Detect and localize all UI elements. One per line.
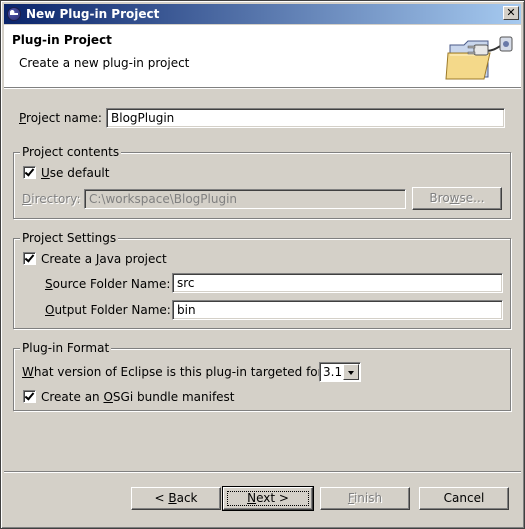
finish-button[interactable]: Finish bbox=[320, 487, 410, 510]
project-name-label: Project name: bbox=[19, 111, 102, 125]
eclipse-version-select[interactable]: 3.1 bbox=[319, 362, 361, 382]
new-plugin-project-dialog: New Plug-in Project ✕ Plug-in Project Cr… bbox=[0, 0, 525, 529]
next-button[interactable]: Next > bbox=[222, 486, 314, 511]
chevron-down-icon[interactable] bbox=[343, 364, 359, 380]
title-bar[interactable]: New Plug-in Project ✕ bbox=[4, 4, 521, 24]
window-title: New Plug-in Project bbox=[26, 7, 160, 21]
directory-input[interactable] bbox=[84, 189, 406, 209]
use-default-checkbox[interactable] bbox=[23, 166, 36, 179]
banner-divider bbox=[4, 88, 521, 89]
use-default-label[interactable]: Use default bbox=[41, 166, 109, 180]
project-contents-legend: Project contents bbox=[20, 145, 122, 159]
project-settings-legend: Project Settings bbox=[20, 231, 119, 245]
button-bar-separator bbox=[4, 471, 521, 472]
cancel-button[interactable]: Cancel bbox=[419, 487, 509, 510]
create-java-project-label[interactable]: Create a Java project bbox=[41, 252, 167, 266]
focus-ring bbox=[227, 491, 309, 506]
eclipse-icon bbox=[7, 7, 21, 21]
wizard-banner: Plug-in Project Create a new plug-in pro… bbox=[4, 25, 521, 88]
project-name-input[interactable] bbox=[106, 108, 505, 128]
source-folder-label: Source Folder Name: bbox=[45, 277, 171, 291]
eclipse-version-value: 3.1 bbox=[323, 365, 343, 379]
eclipse-version-label: What version of Eclipse is this plug-in … bbox=[22, 365, 329, 379]
browse-button[interactable]: Browse... bbox=[412, 187, 502, 210]
plugin-format-legend: Plug-in Format bbox=[20, 341, 112, 355]
output-folder-label: Output Folder Name: bbox=[45, 303, 171, 317]
page-description: Create a new plug-in project bbox=[19, 56, 190, 70]
create-java-project-checkbox[interactable] bbox=[23, 252, 36, 265]
back-button[interactable]: < Back bbox=[131, 487, 221, 510]
directory-label: Directory: bbox=[22, 192, 81, 206]
source-folder-input[interactable] bbox=[172, 273, 503, 293]
close-icon: ✕ bbox=[506, 6, 516, 19]
close-button[interactable]: ✕ bbox=[503, 6, 519, 20]
folder-plug-icon bbox=[445, 36, 513, 80]
osgi-manifest-label[interactable]: Create an OSGi bundle manifest bbox=[41, 390, 235, 404]
output-folder-input[interactable] bbox=[172, 300, 503, 320]
osgi-manifest-checkbox[interactable] bbox=[23, 390, 36, 403]
page-title: Plug-in Project bbox=[12, 33, 112, 47]
